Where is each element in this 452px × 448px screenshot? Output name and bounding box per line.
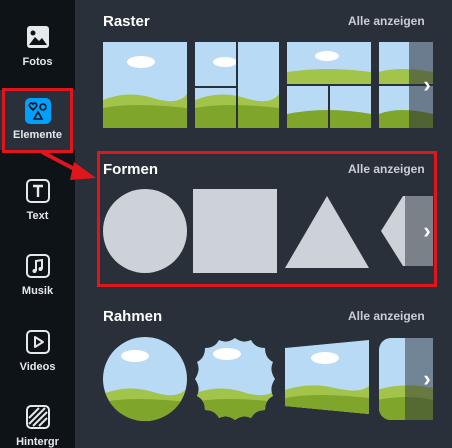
sidebar-item-label: Musik: [21, 285, 54, 297]
sidebar-item-hintergrund[interactable]: Hintergr: [0, 400, 75, 448]
grid-thumbnail[interactable]: [287, 42, 371, 128]
section-title-rahmen: Rahmen: [103, 308, 163, 325]
sidebar-item-musik[interactable]: Musik: [0, 249, 75, 317]
frames-row: [103, 336, 433, 426]
grid-thumbnail[interactable]: [103, 42, 187, 128]
section-title-raster: Raster: [103, 13, 150, 30]
sidebar-item-label: Fotos: [22, 56, 53, 68]
skewed-frame[interactable]: [285, 336, 369, 422]
sidebar-item-label: Hintergr: [16, 436, 59, 448]
sidebar-item-fotos[interactable]: Fotos: [0, 20, 75, 88]
annotation-highlight-sidebar: [2, 88, 73, 153]
pattern-icon: [25, 404, 51, 430]
circle-frame[interactable]: [103, 336, 187, 422]
sidebar-item-label: Videos: [19, 361, 56, 373]
grid-thumbnail[interactable]: [195, 42, 279, 128]
raster-next-arrow[interactable]: ›: [416, 40, 438, 130]
sidebar: Fotos Elemente Text Musik Videos Hinterg…: [0, 0, 75, 448]
sidebar-item-label: Text: [26, 210, 49, 222]
photo-icon: [25, 24, 51, 50]
play-icon: [25, 329, 51, 355]
raster-row: [103, 42, 433, 132]
frames-next-arrow[interactable]: ›: [416, 334, 438, 424]
see-all-raster[interactable]: Alle anzeigen: [348, 14, 425, 28]
scalloped-frame[interactable]: [193, 336, 277, 422]
sidebar-item-videos[interactable]: Videos: [0, 325, 75, 393]
see-all-rahmen[interactable]: Alle anzeigen: [348, 309, 425, 323]
annotation-highlight-formen: [97, 151, 437, 287]
music-icon: [25, 253, 51, 279]
